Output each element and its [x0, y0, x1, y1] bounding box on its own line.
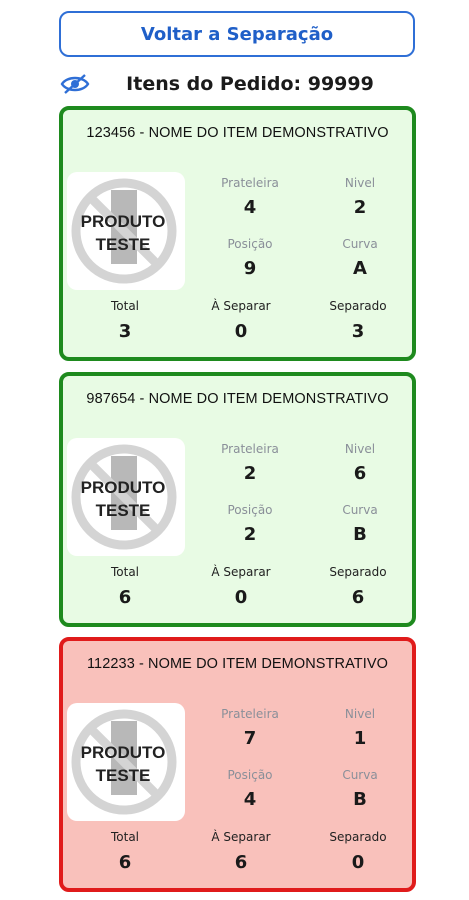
- position-field: Posição 2: [205, 503, 295, 545]
- level-value: 2: [353, 197, 367, 218]
- eye-off-icon[interactable]: [59, 71, 91, 97]
- level-field: Nivel 2: [315, 176, 405, 218]
- product-image-line2: TESTE: [96, 766, 151, 785]
- field-label: Curva: [342, 768, 378, 782]
- field-label: Curva: [342, 503, 378, 517]
- shelf-field: Prateleira 2: [205, 442, 295, 484]
- item-title: 112233 - NOME DO ITEM DEMONSTRATIVO: [86, 656, 389, 672]
- order-item-card[interactable]: 987654 - NOME DO ITEM DEMONSTRATIVO PROD…: [59, 372, 416, 627]
- curve-value: B: [353, 524, 367, 545]
- item-title: 987654 - NOME DO ITEM DEMONSTRATIVO: [86, 391, 389, 407]
- separated-value: 0: [351, 852, 365, 873]
- back-to-separation-button[interactable]: Voltar a Separação: [59, 11, 415, 57]
- total-field: Total 3: [75, 299, 175, 342]
- total-field: Total 6: [75, 830, 175, 873]
- total-value: 6: [118, 587, 132, 608]
- to-separate-value: 6: [234, 852, 248, 873]
- field-label: À Separar: [211, 565, 271, 579]
- to-separate-value: 0: [234, 321, 248, 342]
- separated-field: Separado 3: [308, 299, 408, 342]
- separated-field: Separado 0: [308, 830, 408, 873]
- field-label: Total: [110, 830, 140, 844]
- total-value: 3: [118, 321, 132, 342]
- field-label: À Separar: [211, 830, 271, 844]
- product-image-line2: TESTE: [96, 501, 151, 520]
- curve-field: Curva B: [315, 768, 405, 810]
- level-value: 6: [353, 463, 367, 484]
- order-title: Itens do Pedido: 99999: [126, 73, 374, 95]
- product-image: PRODUTO TESTE: [67, 703, 185, 821]
- field-label: Separado: [329, 299, 387, 313]
- field-label: Prateleira: [221, 176, 279, 190]
- curve-field: Curva B: [315, 503, 405, 545]
- order-item-card[interactable]: 123456 - NOME DO ITEM DEMONSTRATIVO PROD…: [59, 106, 416, 361]
- product-image-line2: TESTE: [96, 235, 151, 254]
- field-label: Nivel: [344, 707, 376, 721]
- field-label: Total: [110, 565, 140, 579]
- position-value: 2: [243, 524, 257, 545]
- shelf-field: Prateleira 4: [205, 176, 295, 218]
- order-header: Itens do Pedido: 99999: [59, 68, 415, 100]
- position-value: 4: [243, 789, 257, 810]
- field-label: Curva: [342, 237, 378, 251]
- field-label: Prateleira: [221, 442, 279, 456]
- curve-field: Curva A: [315, 237, 405, 279]
- to-separate-value: 0: [234, 587, 248, 608]
- product-image-line1: PRODUTO: [81, 212, 166, 231]
- shelf-value: 2: [243, 463, 257, 484]
- shelf-field: Prateleira 7: [205, 707, 295, 749]
- field-label: Nivel: [344, 176, 376, 190]
- to-separate-field: À Separar 0: [191, 299, 291, 342]
- field-label: À Separar: [211, 299, 271, 313]
- separated-field: Separado 6: [308, 565, 408, 608]
- field-label: Total: [110, 299, 140, 313]
- to-separate-field: À Separar 0: [191, 565, 291, 608]
- total-field: Total 6: [75, 565, 175, 608]
- field-label: Separado: [329, 565, 387, 579]
- level-field: Nivel 1: [315, 707, 405, 749]
- field-label: Nivel: [344, 442, 376, 456]
- field-label: Posição: [227, 503, 273, 517]
- curve-value: B: [353, 789, 367, 810]
- level-value: 1: [353, 728, 367, 749]
- order-item-card[interactable]: 112233 - NOME DO ITEM DEMONSTRATIVO PROD…: [59, 637, 416, 892]
- field-label: Prateleira: [221, 707, 279, 721]
- total-value: 6: [118, 852, 132, 873]
- separated-value: 6: [351, 587, 365, 608]
- shelf-value: 7: [243, 728, 257, 749]
- curve-value: A: [353, 258, 367, 279]
- position-field: Posição 9: [205, 237, 295, 279]
- field-label: Posição: [227, 237, 273, 251]
- field-label: Separado: [329, 830, 387, 844]
- product-image: PRODUTO TESTE: [67, 172, 185, 290]
- position-field: Posição 4: [205, 768, 295, 810]
- product-image-line1: PRODUTO: [81, 743, 166, 762]
- item-title: 123456 - NOME DO ITEM DEMONSTRATIVO: [86, 125, 389, 141]
- level-field: Nivel 6: [315, 442, 405, 484]
- field-label: Posição: [227, 768, 273, 782]
- position-value: 9: [243, 258, 257, 279]
- product-image-line1: PRODUTO: [81, 478, 166, 497]
- to-separate-field: À Separar 6: [191, 830, 291, 873]
- product-image: PRODUTO TESTE: [67, 438, 185, 556]
- separated-value: 3: [351, 321, 365, 342]
- shelf-value: 4: [243, 197, 257, 218]
